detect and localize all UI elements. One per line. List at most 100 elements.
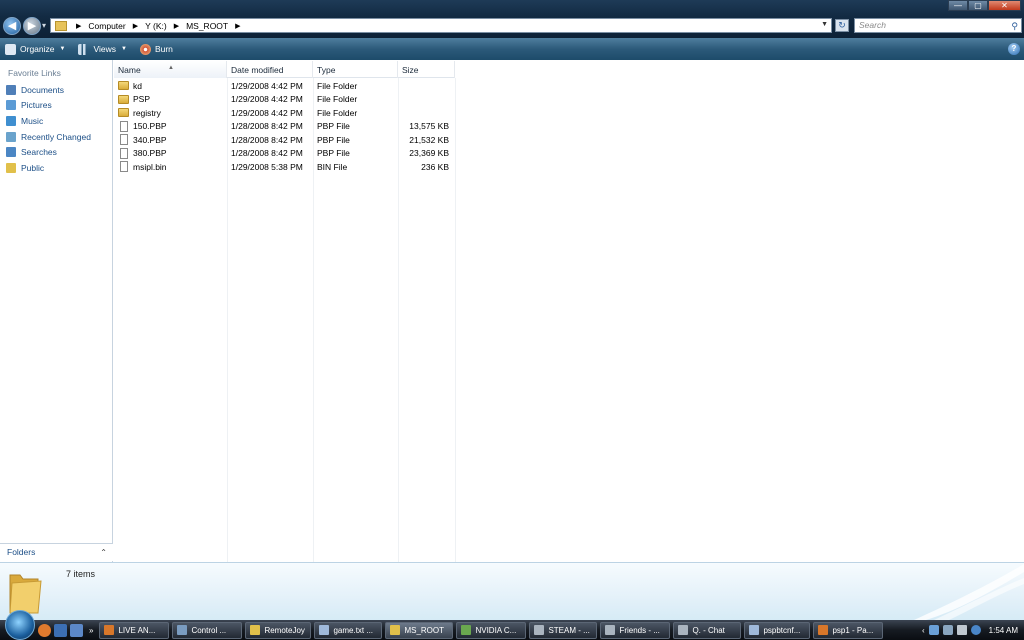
taskbar-button[interactable]: RemoteJoy xyxy=(245,621,312,639)
burn-disc-icon xyxy=(139,43,151,55)
breadcrumb-chevron-icon[interactable]: ▶ xyxy=(174,22,179,30)
taskbar-button[interactable]: Friends - ... xyxy=(600,621,671,639)
show-desktop-icon[interactable] xyxy=(54,623,67,637)
taskbar-button[interactable]: Control ... xyxy=(172,621,243,639)
breadcrumb-chevron-icon[interactable]: ▶ xyxy=(133,22,138,30)
sidebar-item-public[interactable]: Public xyxy=(0,160,112,176)
file-row[interactable]: 340.PBP 1/28/2008 8:42 PM PBP File 21,532 K… xyxy=(114,133,455,147)
taskbar: » LIVE AN... Control ... RemoteJoy game.txt… xyxy=(0,610,1024,640)
app-icon xyxy=(818,625,829,635)
taskbar-button[interactable]: NVIDIA C... xyxy=(456,621,527,639)
taskbar-button[interactable]: pspbtcnf... xyxy=(744,621,811,639)
sidebar-item-searches[interactable]: Searches xyxy=(0,144,112,160)
app-icon xyxy=(605,625,616,635)
taskbar-button[interactable]: Q. - Chat xyxy=(673,621,742,639)
maximize-button[interactable]: ▢ xyxy=(968,0,988,11)
column-name-label: Name xyxy=(118,65,141,75)
refresh-button[interactable]: ↻ xyxy=(835,19,849,32)
column-header-type[interactable]: Type xyxy=(313,61,398,78)
recent-pages-dropdown[interactable]: ▾ xyxy=(42,21,46,30)
column-header-date[interactable]: Date modified xyxy=(227,61,313,78)
sidebar-item-recently-changed[interactable]: Recently Changed xyxy=(0,129,112,145)
app-icon xyxy=(678,625,689,635)
file-row[interactable]: kd 1/29/2008 4:42 PM File Folder xyxy=(114,79,455,93)
breadcrumb-chevron-icon[interactable]: ▶ xyxy=(235,22,240,30)
file-row[interactable]: PSP 1/29/2008 4:42 PM File Folder xyxy=(114,93,455,107)
taskbar-button-label: LIVE AN... xyxy=(118,625,156,635)
taskbar-button[interactable]: LIVE AN... xyxy=(99,621,170,639)
taskbar-button-label: psp1 - Pa... xyxy=(832,625,874,635)
firefox-icon[interactable] xyxy=(38,623,51,637)
sidebar-item-pictures[interactable]: Pictures xyxy=(0,98,112,114)
app-icon xyxy=(104,625,115,635)
file-row[interactable]: registry 1/29/2008 4:42 PM File Folder xyxy=(114,106,455,120)
chevron-up-icon[interactable]: ⌃ xyxy=(100,544,107,561)
search-input[interactable]: Search ⚲ xyxy=(854,18,1022,33)
file-name: 340.PBP xyxy=(133,134,167,145)
breadcrumb-chevron-icon[interactable]: ▶ xyxy=(76,22,81,30)
breadcrumb-ms-root[interactable]: MS_ROOT xyxy=(184,21,230,31)
minimize-button[interactable]: — xyxy=(948,0,968,11)
device-icon[interactable] xyxy=(942,625,953,635)
app-icon xyxy=(461,625,472,635)
public-icon xyxy=(6,162,16,173)
tray-app-icon[interactable] xyxy=(970,625,981,635)
column-header-name[interactable]: ▲ Name xyxy=(114,61,227,78)
address-bar[interactable]: ▶ Computer ▶ Y (K:) ▶ MS_ROOT ▶ ▼ xyxy=(50,18,832,33)
taskbar-button[interactable]: STEAM - ... xyxy=(529,621,598,639)
file-type: File Folder xyxy=(317,107,358,118)
file-date: 1/29/2008 4:42 PM xyxy=(231,94,303,105)
sort-ascending-icon: ▲ xyxy=(168,65,174,71)
taskbar-button[interactable]: game.txt ... xyxy=(314,621,383,639)
address-dropdown-icon[interactable]: ▼ xyxy=(821,21,828,28)
file-size: 21,532 KB xyxy=(409,134,449,145)
file-name-cell: PSP xyxy=(114,94,227,104)
organize-button[interactable]: Organize ▼ xyxy=(5,43,66,55)
forward-button[interactable]: ▶ xyxy=(23,17,41,35)
organize-label: Organize xyxy=(20,44,55,54)
close-button[interactable]: ✕ xyxy=(988,0,1021,11)
taskbar-button[interactable]: psp1 - Pa... xyxy=(813,621,884,639)
search-placeholder: Search xyxy=(859,20,886,30)
breadcrumb-computer[interactable]: Computer xyxy=(86,21,127,31)
column-header-size[interactable]: Size xyxy=(398,61,455,78)
item-count: 7 items xyxy=(66,569,96,579)
folders-label: Folders xyxy=(7,547,36,557)
switch-windows-icon[interactable] xyxy=(70,623,83,637)
sidebar-item-music[interactable]: Music xyxy=(0,113,112,129)
app-icon xyxy=(749,625,760,635)
sidebar-item-label: Recently Changed xyxy=(21,131,91,142)
folders-toggle[interactable]: Folders ⌃ xyxy=(0,543,113,561)
breadcrumb-drive[interactable]: Y (K:) xyxy=(143,21,169,31)
help-button[interactable]: ? xyxy=(1008,43,1020,55)
start-button[interactable] xyxy=(5,610,35,640)
file-name-cell: 150.PBP xyxy=(114,120,227,132)
volume-icon[interactable] xyxy=(956,625,967,635)
taskbar-button-label: RemoteJoy xyxy=(264,625,305,635)
quick-launch-more-icon[interactable]: » xyxy=(89,626,93,635)
folder-icon xyxy=(118,81,129,91)
taskbar-button[interactable]: MS_ROOT xyxy=(385,621,454,639)
clock[interactable]: 1:54 AM xyxy=(989,626,1018,635)
sidebar-item-documents[interactable]: Documents xyxy=(0,82,112,98)
file-row[interactable]: 380.PBP 1/28/2008 8:42 PM PBP File 23,369 K… xyxy=(114,147,455,161)
views-button[interactable]: Views ▼ xyxy=(78,43,127,55)
taskbar-button-label: STEAM - ... xyxy=(548,625,590,635)
file-row[interactable]: 150.PBP 1/28/2008 8:42 PM PBP File 13,575 K… xyxy=(114,120,455,134)
favorite-links-heading: Favorite Links xyxy=(8,68,61,78)
recently-changed-icon xyxy=(6,131,16,142)
burn-button[interactable]: Burn xyxy=(139,43,173,55)
search-icon[interactable]: ⚲ xyxy=(1011,20,1018,33)
column-headers: ▲ Name Date modified Type Size xyxy=(114,61,455,78)
network-icon[interactable] xyxy=(928,625,939,635)
file-type: File Folder xyxy=(317,80,358,91)
file-row[interactable]: msipl.bin 1/29/2008 5:38 PM BIN File 236 KB xyxy=(114,160,455,174)
chevron-down-icon: ▼ xyxy=(59,46,66,52)
tray-expand-icon[interactable]: ‹ xyxy=(922,626,925,635)
file-name: kd xyxy=(133,80,142,91)
file-icon xyxy=(120,161,128,173)
taskbar-button-label: NVIDIA C... xyxy=(475,625,517,635)
back-button[interactable]: ◀ xyxy=(3,17,21,35)
file-name: 380.PBP xyxy=(133,148,167,159)
documents-icon xyxy=(6,84,16,95)
